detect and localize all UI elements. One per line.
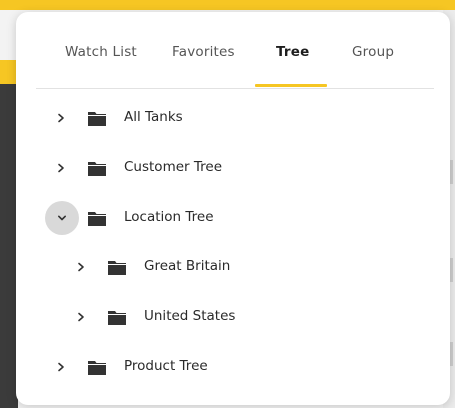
folder-icon <box>88 160 106 176</box>
tree-node-label: Product Tree <box>124 358 208 374</box>
chevron-right-icon[interactable] <box>64 300 98 334</box>
tree-node-label: Customer Tree <box>124 159 222 175</box>
chevron-right-icon[interactable] <box>64 250 98 284</box>
tab-group[interactable]: Group <box>352 44 394 92</box>
tree-node-great-britain[interactable]: Great Britain <box>64 250 424 284</box>
folder-icon <box>88 210 106 226</box>
chevron-right-icon[interactable] <box>44 151 78 185</box>
chevron-right-icon[interactable] <box>44 101 78 135</box>
tab-label: Favorites <box>172 44 235 60</box>
folder-icon <box>108 309 126 325</box>
tab-label: Group <box>352 44 395 60</box>
tree-node-customer-tree[interactable]: Customer Tree <box>44 151 424 185</box>
app-header-strip <box>0 0 455 10</box>
tree-node-all-tanks[interactable]: All Tanks <box>44 101 424 135</box>
chevron-down-icon[interactable] <box>45 201 79 235</box>
tree-node-label: United States <box>144 308 236 324</box>
tab-bar: Watch List Favorites Tree Group <box>36 40 434 89</box>
tab-label: Tree <box>276 44 310 60</box>
tree-node-location-tree[interactable]: Location Tree <box>44 201 424 235</box>
tree-node-label: All Tanks <box>124 109 183 125</box>
tab-watch-list[interactable]: Watch List <box>65 44 137 92</box>
active-tab-indicator <box>255 84 327 87</box>
tree-node-label: Great Britain <box>144 258 231 274</box>
tree-node-united-states[interactable]: United States <box>64 300 424 334</box>
folder-icon <box>108 259 126 275</box>
tree-node-product-tree[interactable]: Product Tree <box>44 350 424 384</box>
tab-label: Watch List <box>65 44 137 60</box>
folder-icon <box>88 359 106 375</box>
tree-popup-panel: Watch List Favorites Tree Group All Tank… <box>16 12 450 405</box>
folder-icon <box>88 110 106 126</box>
tab-favorites[interactable]: Favorites <box>172 44 235 92</box>
chevron-right-icon[interactable] <box>44 350 78 384</box>
tree-node-label: Location Tree <box>124 209 214 225</box>
